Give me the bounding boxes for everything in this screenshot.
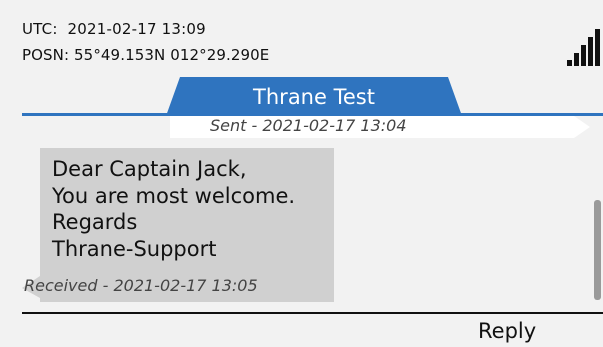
conversation-title: Thrane Test: [253, 84, 375, 109]
signal-bar-3: [581, 45, 586, 66]
conversation-tab[interactable]: Thrane Test: [166, 77, 462, 116]
status-bar: UTC: 2021-02-17 13:09 POSN: 55°49.153N 0…: [0, 0, 603, 72]
signal-strength-icon: [565, 28, 601, 66]
received-message-line: Dear Captain Jack,: [52, 157, 247, 181]
utc-readout: UTC: 2021-02-17 13:09: [22, 20, 206, 38]
received-message-meta: Received - 2021-02-17 13:05: [24, 276, 258, 295]
position-readout: POSN: 55°49.153N 012°29.290E: [22, 46, 269, 64]
signal-bar-5: [595, 29, 600, 66]
utc-label: UTC:: [22, 20, 58, 38]
signal-bar-2: [574, 53, 579, 66]
signal-bar-4: [588, 37, 593, 66]
received-message-line: Regards: [52, 210, 138, 234]
sent-message-meta: Sent - 2021-02-17 13:04: [210, 116, 407, 135]
received-message-line: You are most welcome.: [52, 183, 296, 208]
softkey-divider: [22, 312, 603, 314]
signal-bar-1: [567, 60, 572, 66]
received-message-line: Thrane-Support: [52, 236, 217, 261]
message-thread[interactable]: Sent - 2021-02-17 13:04 Dear Captain Jac…: [0, 116, 603, 312]
posn-label: POSN:: [22, 46, 70, 64]
posn-value: 55°49.153N 012°29.290E: [74, 46, 270, 64]
utc-value: 2021-02-17 13:09: [67, 20, 206, 38]
reply-button[interactable]: Reply: [478, 319, 536, 343]
scrollbar-thumb[interactable]: [594, 200, 601, 300]
received-message-body: Dear Captain Jack, You are most welcome.…: [52, 156, 295, 262]
